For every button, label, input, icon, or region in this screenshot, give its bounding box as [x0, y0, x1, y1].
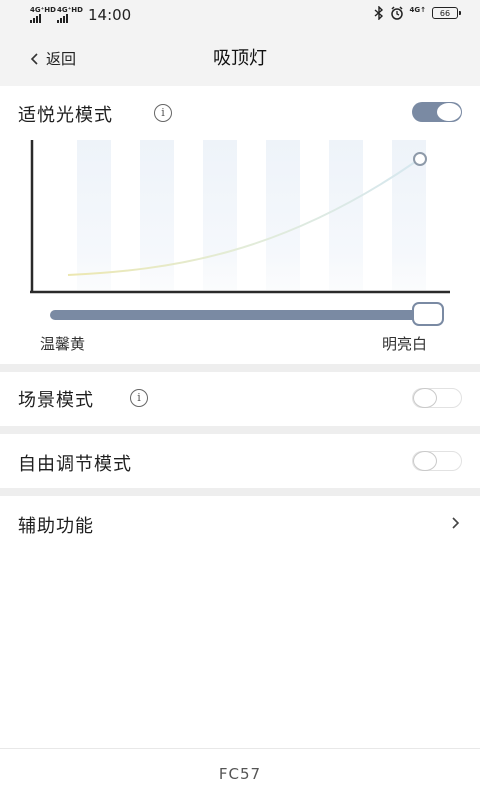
color-temperature-slider[interactable]: [50, 310, 430, 320]
signal-2-icon: [57, 14, 68, 23]
free-mode-label: 自由调节模式: [18, 454, 132, 475]
assist-functions-row[interactable]: 辅助功能: [0, 496, 480, 552]
scene-mode-toggle[interactable]: [412, 388, 462, 408]
comfort-mode-toggle[interactable]: [412, 102, 462, 122]
scene-mode-row: 场景模式 i: [0, 372, 480, 426]
scene-mode-info-icon[interactable]: i: [130, 389, 148, 407]
device-model: FC57: [218, 765, 262, 783]
network-type-right: 4G↑: [409, 6, 426, 14]
slider-min-label: 温馨黄: [40, 335, 86, 353]
signal-1-icon: [30, 14, 41, 23]
curve-chart: [30, 140, 450, 294]
network-type-1: 4G⁺HD: [30, 6, 56, 14]
toggle-knob: [413, 451, 437, 471]
free-mode-row: 自由调节模式: [0, 434, 480, 488]
chart-column-3: [203, 140, 237, 290]
footer: FC57: [0, 748, 480, 801]
status-icons: 4G↑ 66: [374, 6, 461, 20]
slider-thumb[interactable]: [412, 302, 444, 326]
curve-endpoint: [413, 152, 427, 166]
toggle-knob: [413, 388, 437, 408]
free-mode-toggle[interactable]: [412, 451, 462, 471]
color-temperature-curve: [30, 140, 450, 295]
chart-column-5: [329, 140, 363, 290]
scene-mode-label: 场景模式: [18, 390, 94, 411]
navigation-bar: 返回 吸顶灯: [0, 30, 480, 86]
assist-functions-label: 辅助功能: [18, 516, 94, 537]
section-divider: [0, 488, 480, 496]
battery-icon: 66: [432, 7, 461, 19]
network-type-2: 4G⁺HD: [57, 6, 83, 14]
clock: 14:00: [88, 6, 132, 24]
comfort-mode-label: 适悦光模式: [18, 105, 113, 126]
section-divider: [0, 426, 480, 434]
toggle-knob: [437, 103, 461, 121]
comfort-mode-info-icon[interactable]: i: [154, 104, 172, 122]
section-divider: [0, 364, 480, 372]
status-bar: 4G⁺HD 4G⁺HD 14:00 4G↑ 66: [0, 0, 480, 30]
alarm-icon: [390, 6, 403, 20]
bluetooth-icon: [374, 6, 383, 20]
chevron-right-icon: [452, 517, 460, 529]
chart-column-4: [266, 140, 300, 290]
page-title: 吸顶灯: [213, 48, 267, 69]
chart-column-1: [77, 140, 111, 290]
battery-level: 66: [439, 9, 451, 18]
slider-max-label: 明亮白: [382, 335, 428, 353]
